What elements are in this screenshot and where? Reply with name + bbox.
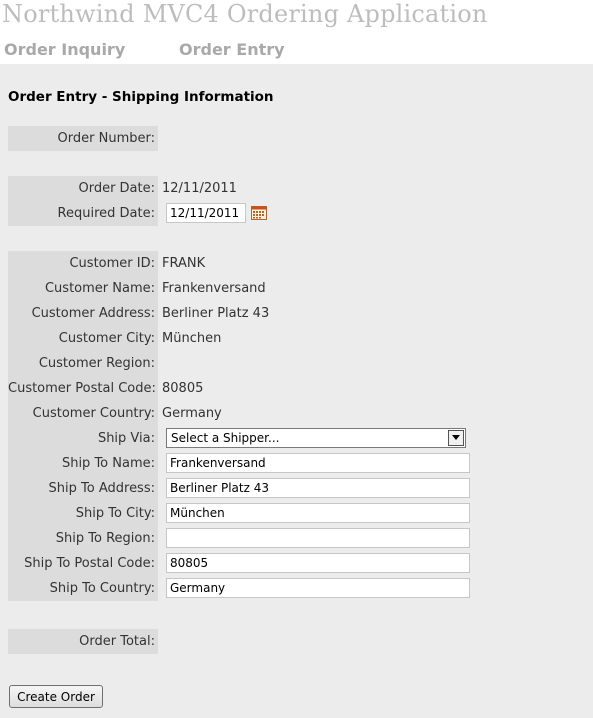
order-total-row: Order Total: <box>0 629 593 654</box>
order-number-row: Order Number: <box>0 126 593 151</box>
ship-to-country-row: Ship To Country: <box>0 576 593 601</box>
ship-to-region-label: Ship To Region: <box>55 531 155 546</box>
order-date-value: 12/11/2011 <box>162 181 237 196</box>
customer-city-value: München <box>162 331 222 346</box>
ship-via-select[interactable]: Select a Shipper... <box>166 428 466 448</box>
required-date-input[interactable] <box>166 203 246 223</box>
calendar-icon[interactable] <box>251 206 267 220</box>
order-entry-panel: Order Entry - Shipping Information Order… <box>0 64 593 718</box>
ship-to-name-label: Ship To Name: <box>61 456 155 471</box>
customer-city-row: Customer City: München <box>0 326 593 351</box>
customer-postal-code-label: Customer Postal Code: <box>8 381 156 396</box>
app-title: Northwind MVC4 Ordering Application <box>2 0 488 28</box>
ship-via-row: Ship Via: Select a Shipper... <box>0 426 593 451</box>
customer-address-label: Customer Address: <box>31 306 155 321</box>
ship-to-region-input[interactable] <box>166 528 470 548</box>
dropdown-button[interactable] <box>448 430 464 446</box>
ship-to-postal-code-row: Ship To Postal Code: <box>0 551 593 576</box>
ship-to-city-row: Ship To City: <box>0 501 593 526</box>
customer-postal-code-row: Customer Postal Code: 80805 <box>0 376 593 401</box>
chevron-down-icon <box>452 435 460 440</box>
order-total-label: Order Total: <box>79 634 155 649</box>
ship-to-city-input[interactable] <box>166 503 470 523</box>
required-date-label: Required Date: <box>57 206 155 221</box>
customer-name-value: Frankenversand <box>162 281 266 296</box>
customer-address-row: Customer Address: Berliner Platz 43 <box>0 301 593 326</box>
ship-to-postal-code-label: Ship To Postal Code: <box>24 556 155 571</box>
ship-to-name-input[interactable] <box>166 453 470 473</box>
ship-to-postal-code-input[interactable] <box>166 553 470 573</box>
order-date-row: Order Date: 12/11/2011 <box>0 176 593 201</box>
order-date-label: Order Date: <box>78 181 155 196</box>
required-date-row: Required Date: <box>0 201 593 226</box>
customer-name-label: Customer Name: <box>44 281 155 296</box>
ship-to-country-input[interactable] <box>166 578 470 598</box>
customer-address-value: Berliner Platz 43 <box>162 306 270 321</box>
customer-country-row: Customer Country: Germany <box>0 401 593 426</box>
customer-country-value: Germany <box>162 406 222 421</box>
ship-via-selected: Select a Shipper... <box>171 431 280 445</box>
ship-to-region-row: Ship To Region: <box>0 526 593 551</box>
order-number-label: Order Number: <box>57 131 155 146</box>
ship-via-label: Ship Via: <box>97 431 155 446</box>
ship-to-address-label: Ship To Address: <box>48 481 155 496</box>
ship-to-address-row: Ship To Address: <box>0 476 593 501</box>
create-order-button[interactable]: Create Order <box>9 685 103 708</box>
customer-id-label: Customer ID: <box>69 256 155 271</box>
customer-city-label: Customer City: <box>58 331 155 346</box>
nav-order-entry[interactable]: Order Entry <box>179 40 285 59</box>
ship-to-name-row: Ship To Name: <box>0 451 593 476</box>
customer-postal-code-value: 80805 <box>162 381 204 396</box>
ship-to-address-input[interactable] <box>166 478 470 498</box>
customer-region-label: Customer Region: <box>38 356 155 371</box>
customer-country-label: Customer Country: <box>32 406 155 421</box>
section-title: Order Entry - Shipping Information <box>8 89 274 105</box>
ship-to-country-label: Ship To Country: <box>49 581 155 596</box>
ship-to-city-label: Ship To City: <box>75 506 155 521</box>
customer-region-row: Customer Region: <box>0 351 593 376</box>
customer-name-row: Customer Name: Frankenversand <box>0 276 593 301</box>
customer-id-value: FRANK <box>162 256 206 271</box>
customer-id-row: Customer ID: FRANK <box>0 251 593 276</box>
nav-order-inquiry[interactable]: Order Inquiry <box>4 40 125 59</box>
